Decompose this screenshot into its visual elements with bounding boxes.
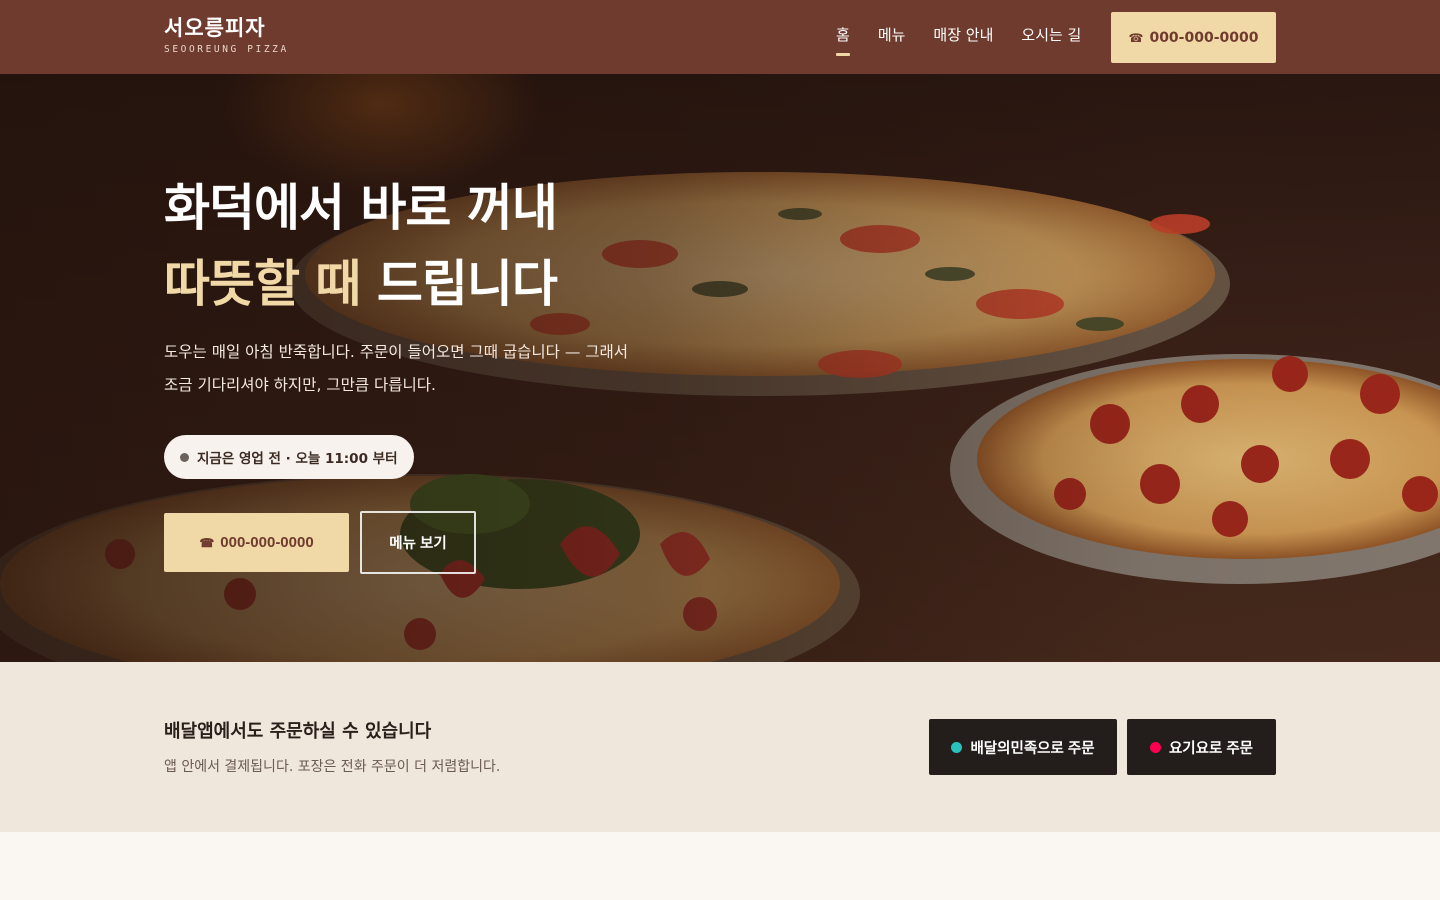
- site-header: 서오릉피자 SEOOREUNG PIZZA 홈 메뉴 매장 안내 오시는 길 ☎…: [0, 0, 1440, 74]
- delivery-title: 배달앱에서도 주문하실 수 있습니다: [164, 721, 432, 742]
- baemin-order-button[interactable]: 배달의민족으로 주문: [929, 719, 1117, 775]
- baemin-order-label: 배달의민족으로 주문: [970, 740, 1095, 757]
- nav-item-store-info[interactable]: 매장 안내: [933, 24, 993, 56]
- yogiyo-order-button[interactable]: 요기요로 주문: [1127, 719, 1276, 775]
- next-section: [0, 832, 1440, 900]
- phone-icon: ☎: [1128, 30, 1144, 45]
- nav-item-menu[interactable]: 메뉴: [878, 24, 906, 56]
- hero-title-accent: 따뜻할 때: [164, 255, 361, 313]
- brand-subtitle: SEOOREUNG PIZZA: [164, 44, 289, 55]
- yogiyo-dot-icon: [1149, 741, 1161, 753]
- nav-item-directions[interactable]: 오시는 길: [1021, 24, 1081, 56]
- hero-section: 화덕에서 바로 꺼내 따뜻할 때 드립니다 도우는 매일 아침 반죽합니다. 주…: [0, 74, 1440, 662]
- status-dot-icon: [180, 452, 189, 462]
- business-status-badge: 지금은 영업 전 · 오늘 11:00 부터: [164, 435, 414, 479]
- hero-description-line1: 도우는 매일 아침 반죽합니다. 주문이 들어오면 그때 굽습니다 — 그래서: [164, 343, 629, 361]
- business-status-text: 지금은 영업 전 · 오늘 11:00 부터: [197, 451, 398, 467]
- view-menu-button[interactable]: 메뉴 보기: [360, 511, 476, 574]
- hero-call-button[interactable]: ☎ 000-000-0000: [164, 513, 349, 572]
- header-call-button[interactable]: ☎ 000-000-0000: [1111, 12, 1276, 63]
- yogiyo-order-label: 요기요로 주문: [1168, 740, 1254, 757]
- delivery-description: 앱 안에서 결제됩니다. 포장은 전화 주문이 더 저렴합니다.: [164, 759, 501, 775]
- phone-icon: ☎: [199, 535, 215, 550]
- hero-title: 화덕에서 바로 꺼내 따뜻할 때 드립니다: [164, 170, 558, 322]
- nav-item-home[interactable]: 홈: [836, 24, 850, 56]
- delivery-app-section: 배달앱에서도 주문하실 수 있습니다 앱 안에서 결제됩니다. 포장은 전화 주…: [0, 662, 1440, 832]
- brand-logo[interactable]: 서오릉피자 SEOOREUNG PIZZA: [164, 14, 289, 55]
- header-call-label: 000-000-0000: [1149, 29, 1259, 46]
- main-nav: 홈 메뉴 매장 안내 오시는 길: [836, 24, 1081, 56]
- hero-title-line1: 화덕에서 바로 꺼내: [164, 179, 558, 237]
- brand-name: 서오릉피자: [164, 16, 266, 40]
- hero-description: 도우는 매일 아침 반죽합니다. 주문이 들어오면 그때 굽습니다 — 그래서 …: [164, 336, 684, 402]
- hero-title-line2: 드립니다: [360, 255, 558, 313]
- hero-description-line2: 조금 기다리셔야 하지만, 그만큼 다릅니다.: [164, 376, 436, 394]
- hero-call-label: 000-000-0000: [220, 534, 314, 551]
- baemin-dot-icon: [951, 741, 963, 753]
